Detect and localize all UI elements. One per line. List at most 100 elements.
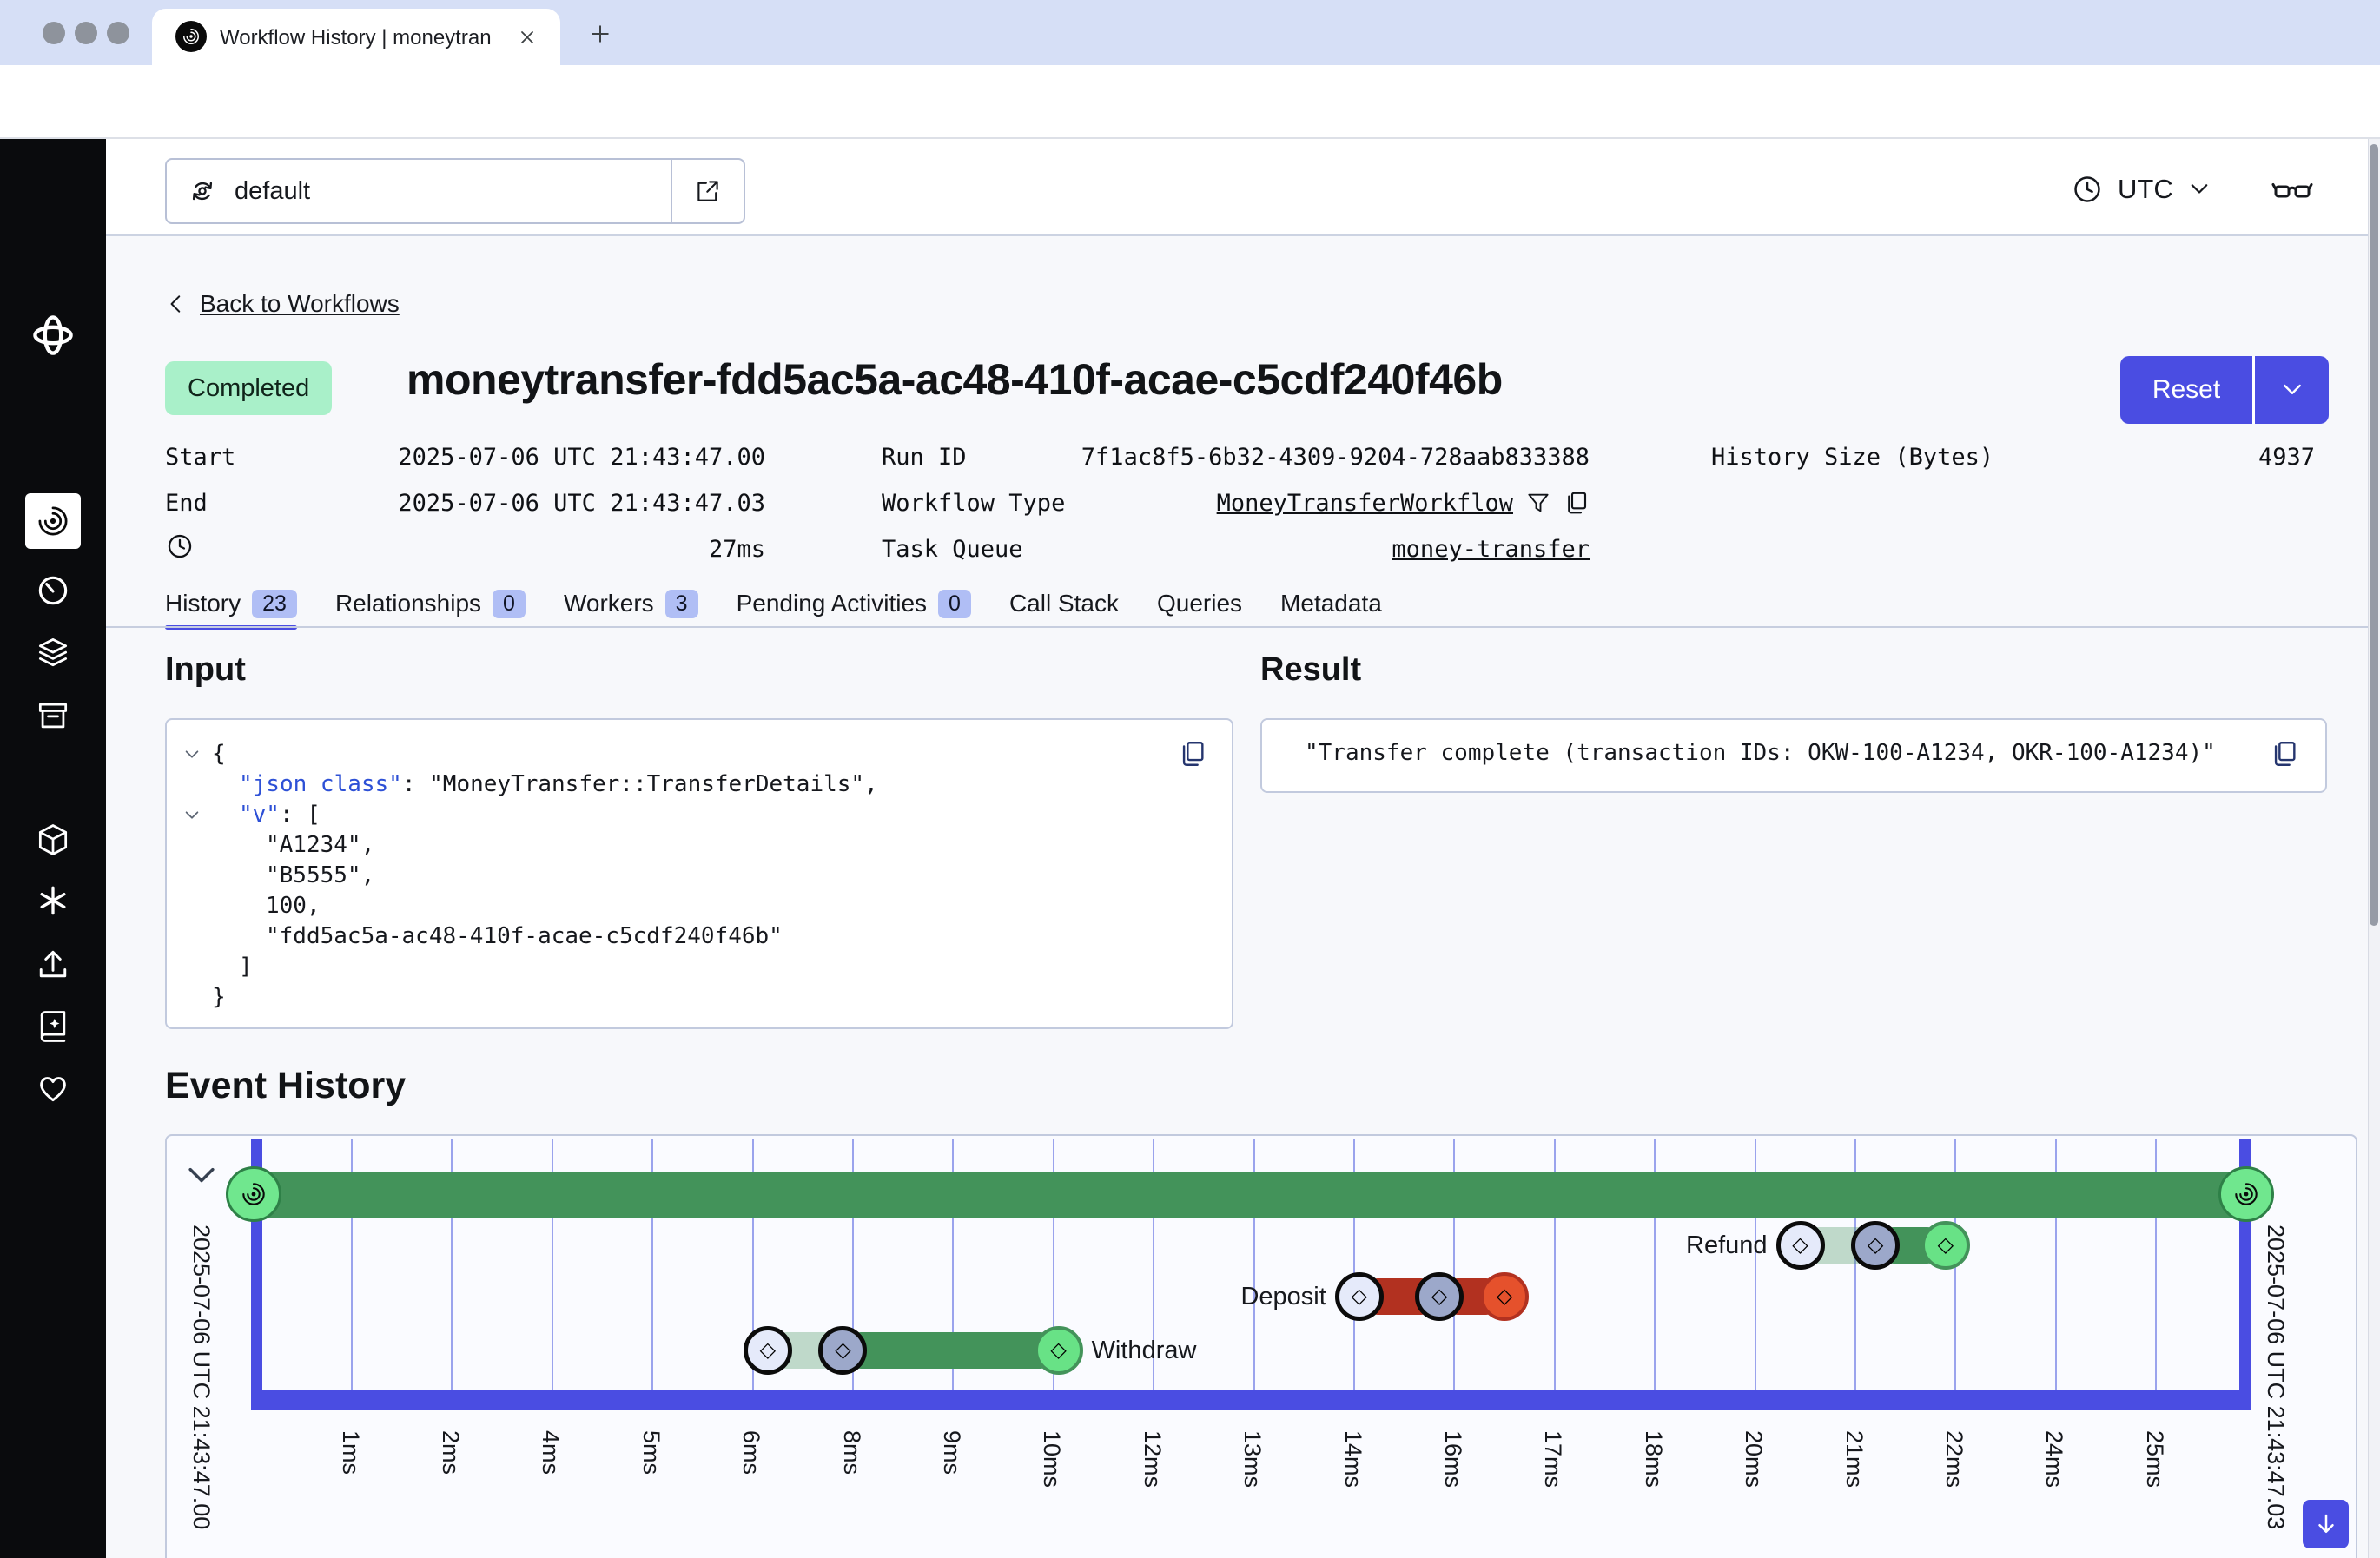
json-collapse-icon[interactable] — [182, 745, 202, 764]
detail-label: End — [165, 490, 208, 517]
timeline-collapse-icon[interactable] — [182, 1157, 221, 1195]
sidebar-item-workflows[interactable] — [25, 493, 81, 549]
activity-withdraw-scheduled-node[interactable]: ◇ — [744, 1326, 792, 1375]
screen: Workflow History | moneytran localhost:8… — [0, 0, 2380, 1558]
tab-label: Metadata — [1280, 590, 1382, 617]
tab-close-icon[interactable] — [517, 27, 538, 48]
detail-value: 2025-07-06 UTC 21:43:47.00 — [398, 444, 765, 471]
activity-refund-started-node[interactable]: ◇ — [1851, 1221, 1900, 1270]
temporal-favicon-icon — [175, 21, 207, 52]
reset-button[interactable]: Reset — [2120, 356, 2252, 424]
detail-value: 7f1ac8f5-6b32-4309-9204-728aab833388 — [1081, 444, 1590, 471]
detail-row-clock: 27ms — [165, 531, 765, 566]
namespace-switcher-icon — [186, 175, 219, 208]
window-close-button[interactable] — [43, 22, 65, 44]
detail-row-history-size-bytes-: History Size (Bytes)4937 — [1711, 439, 2315, 474]
sidebar-item-archive[interactable] — [34, 696, 72, 735]
axis-tick-label: 4ms — [537, 1430, 564, 1475]
namespace-value: default — [235, 177, 310, 206]
copy-icon[interactable] — [1178, 739, 1207, 769]
axis-tick-label: 20ms — [1740, 1430, 1767, 1488]
sidebar-item-feedback[interactable] — [34, 1068, 72, 1106]
window-zoom-button[interactable] — [107, 22, 129, 44]
browser-tab[interactable]: Workflow History | moneytran — [152, 9, 560, 65]
back-link-label: Back to Workflows — [200, 290, 400, 318]
tab-badge: 0 — [493, 590, 526, 618]
activity-withdraw-completed-node[interactable]: ◇ — [1035, 1326, 1083, 1375]
reset-menu-button[interactable] — [2252, 356, 2329, 424]
activity-deposit-scheduled-node[interactable]: ◇ — [1335, 1272, 1384, 1321]
tab-workers[interactable]: Workers3 — [564, 581, 698, 626]
activity-deposit-started-node[interactable]: ◇ — [1415, 1272, 1464, 1321]
clock-icon — [2071, 173, 2104, 206]
detail-row-end: End2025-07-06 UTC 21:43:47.03 — [165, 485, 765, 520]
axis-tick-label: 24ms — [2040, 1430, 2067, 1488]
axis-tick-label: 16ms — [1439, 1430, 1466, 1488]
funnel-icon[interactable] — [1525, 490, 1551, 516]
json-line: "A1234", — [167, 830, 1232, 861]
browser-toolbar: localhost:8080/namespaces/default/workfl… — [0, 65, 2380, 139]
input-json: {"json_class": "MoneyTransfer::TransferD… — [167, 720, 1232, 1013]
temporal-logo-icon[interactable] — [30, 313, 76, 358]
external-link-icon — [693, 176, 723, 206]
axis-tick-label: 1ms — [337, 1430, 364, 1475]
activity-refund-completed-node[interactable]: ◇ — [1921, 1221, 1970, 1270]
sidebar-item-docs[interactable] — [34, 1007, 72, 1046]
workflow-title: moneytransfer-fdd5ac5a-ac48-410f-acae-c5… — [407, 354, 1503, 405]
clock-icon — [165, 531, 195, 561]
activity-deposit-completed-node[interactable]: ◇ — [1480, 1272, 1529, 1321]
copy-icon[interactable] — [1564, 490, 1590, 516]
detail-label: Task Queue — [882, 536, 1023, 563]
axis-tick-label: 22ms — [1940, 1430, 1967, 1488]
axis-tick-label: 5ms — [638, 1430, 664, 1475]
axis-tick-label: 13ms — [1239, 1430, 1266, 1488]
axis-tick-label: 21ms — [1841, 1430, 1868, 1488]
tab-label: History — [165, 590, 241, 617]
json-collapse-icon[interactable] — [182, 806, 202, 825]
tab-relationships[interactable]: Relationships 0 — [335, 581, 526, 626]
sidebar-item-namespaces[interactable] — [34, 821, 72, 859]
detail-row-task-queue: Task Queue money-transfer — [882, 531, 1590, 566]
tab-queries[interactable]: Queries — [1157, 581, 1242, 626]
copy-icon[interactable] — [2270, 739, 2299, 769]
timeline-bottom-bar — [251, 1390, 2251, 1410]
workflow-end-node[interactable] — [2218, 1166, 2274, 1222]
workflow-start-node[interactable] — [226, 1166, 281, 1222]
sidebar-item-schedules[interactable] — [34, 571, 72, 610]
input-panel: {"json_class": "MoneyTransfer::TransferD… — [165, 718, 1233, 1029]
timezone-select[interactable]: UTC — [2071, 165, 2211, 214]
arrow-down-icon — [2313, 1511, 2339, 1537]
tab-badge: 0 — [938, 590, 971, 618]
tab-label: Pending Activities — [737, 590, 927, 617]
tab-history[interactable]: History23 — [165, 581, 297, 626]
json-line: "v": [ — [167, 800, 1232, 830]
chevron-down-icon — [2187, 177, 2211, 201]
detail-label: History Size (Bytes) — [1711, 444, 1993, 471]
glasses-labs-icon[interactable] — [2269, 170, 2316, 212]
detail-value[interactable]: money-transfer — [1392, 536, 1590, 563]
back-to-workflows-link[interactable]: Back to Workflows — [165, 290, 400, 318]
tab-call-stack[interactable]: Call Stack — [1009, 581, 1119, 626]
namespace-select[interactable]: default — [165, 158, 673, 224]
tab-metadata[interactable]: Metadata — [1280, 581, 1382, 626]
detail-value[interactable]: MoneyTransferWorkflow — [1217, 490, 1513, 517]
timeline-start-time: 2025-07-06 UTC 21:43:47.00 — [188, 1225, 215, 1529]
workflow-execution-bar[interactable] — [254, 1172, 2246, 1218]
detail-label: Workflow Type — [882, 490, 1065, 517]
sidebar-item-batch-operations[interactable] — [34, 634, 72, 672]
namespace-open-button[interactable] — [671, 158, 745, 224]
result-value: "Transfer complete (transaction IDs: OKW… — [1305, 740, 2216, 766]
activity-refund-scheduled-node[interactable]: ◇ — [1776, 1221, 1825, 1270]
scroll-to-bottom-button[interactable] — [2303, 1500, 2349, 1548]
activity-label-deposit: Deposit — [1240, 1281, 1326, 1312]
tab-label: Call Stack — [1009, 590, 1119, 617]
axis-tick-label: 2ms — [437, 1430, 464, 1475]
tab-label: Workers — [564, 590, 654, 617]
tab-label: Relationships — [335, 590, 481, 617]
new-tab-icon[interactable] — [587, 21, 613, 47]
sidebar-item-import[interactable] — [34, 945, 72, 983]
sidebar-item-nexus[interactable] — [34, 881, 72, 920]
window-minimize-button[interactable] — [75, 22, 97, 44]
page-scrollbar-thumb[interactable] — [2370, 144, 2378, 926]
tab-pending-activities[interactable]: Pending Activities 0 — [737, 581, 971, 626]
